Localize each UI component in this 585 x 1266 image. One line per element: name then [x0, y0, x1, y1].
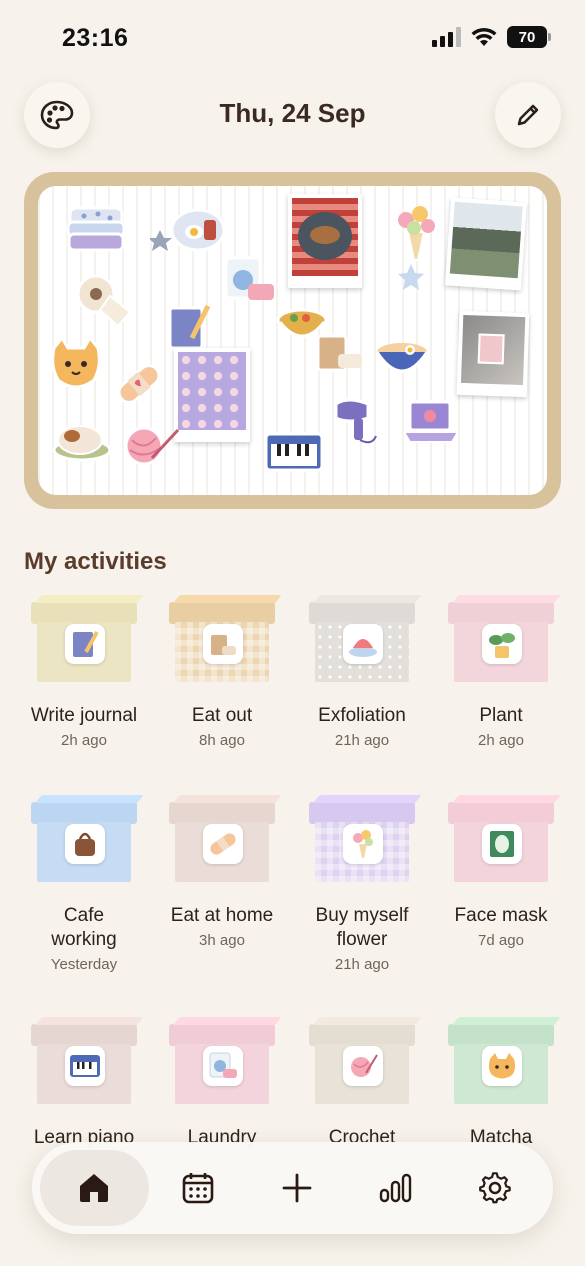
activity-time: 7d ago [478, 932, 524, 949]
activity-box [309, 802, 415, 884]
cat-icon [482, 1046, 522, 1086]
washing-machine-sticker [224, 256, 274, 300]
activity-name: Eat out [191, 705, 253, 726]
activity-time: 8h ago [199, 732, 245, 749]
sleeping-cat-sticker [52, 425, 112, 462]
activity-name: Eat at home [170, 905, 274, 926]
activity-box [31, 602, 137, 684]
bandage-sticker [117, 364, 161, 404]
activity-box [31, 802, 137, 884]
activity-box [169, 1024, 275, 1106]
piano-icon [65, 1046, 105, 1086]
nav-home[interactable] [40, 1150, 149, 1226]
activity-time: Yesterday [50, 956, 118, 973]
activity-name: Exfoliation [318, 705, 406, 726]
laptop-sticker [402, 400, 460, 443]
edit-button[interactable] [495, 82, 561, 148]
sticker-board[interactable] [38, 186, 547, 495]
nav-add[interactable] [248, 1150, 347, 1226]
toilet-paper-sticker [76, 274, 132, 328]
star-sticker [398, 264, 424, 290]
activity-box [169, 602, 275, 684]
plus-icon [283, 1173, 312, 1203]
takeout-bag-icon [203, 624, 243, 664]
folded-clothes-sticker [66, 206, 126, 252]
activity-box [448, 802, 554, 884]
activity-box [309, 1024, 415, 1106]
ramen-bowl-sticker [375, 343, 429, 373]
breakfast-plate-sticker [150, 208, 226, 252]
status-bar: 23:16 70 [0, 0, 585, 78]
activity-plant[interactable]: Plant 2h ago [431, 602, 571, 749]
activity-name: Face mask [454, 905, 548, 926]
section-title: My activities [24, 548, 167, 575]
activity-matcha[interactable]: Matcha [431, 1024, 571, 1150]
activity-box [169, 802, 275, 884]
activity-name: Cafe working [51, 905, 117, 950]
activity-box [448, 1024, 554, 1106]
status-icons: 70 [432, 26, 551, 48]
activity-learn-piano[interactable]: Learn piano [14, 1024, 154, 1150]
garden-photo-polaroid [445, 197, 527, 291]
activity-time: 21h ago [334, 732, 390, 749]
cellular-signal-icon [432, 27, 461, 47]
cat-face-sticker [51, 336, 101, 389]
bag-icon [65, 824, 105, 864]
sponge-icon [343, 624, 383, 664]
hair-dryer-sticker [334, 398, 377, 444]
yarn-icon [343, 1046, 383, 1086]
activity-eat-out[interactable]: Eat out 8h ago [152, 602, 292, 749]
activity-cafe-working[interactable]: Cafe working Yesterday [14, 802, 154, 973]
activity-time: 3h ago [199, 932, 245, 949]
activity-laundry[interactable]: Laundry [152, 1024, 292, 1150]
washing-machine-icon [203, 1046, 243, 1086]
food-photo-polaroid [288, 194, 362, 288]
piano-sticker [264, 432, 324, 472]
activity-box [31, 1024, 137, 1106]
nav-settings[interactable] [446, 1150, 545, 1226]
activity-time: 2h ago [478, 732, 524, 749]
nav-calendar[interactable] [149, 1150, 248, 1226]
bandage-icon [203, 824, 243, 864]
bar-chart-icon [380, 1173, 412, 1203]
nav-stats[interactable] [347, 1150, 446, 1226]
pencil-icon [517, 104, 539, 126]
gear-icon [479, 1172, 512, 1204]
dotted-photo-polaroid [174, 348, 250, 442]
journal-icon [65, 624, 105, 664]
activity-time: 21h ago [334, 956, 390, 973]
activity-face-mask[interactable]: Face mask 7d ago [431, 802, 571, 949]
journal-sticker [168, 304, 210, 350]
takeout-bag-sticker [316, 334, 362, 372]
bottom-nav [32, 1142, 553, 1234]
activity-write-journal[interactable]: Write journal 2h ago [14, 602, 154, 749]
sticker-board-frame[interactable] [24, 172, 561, 509]
blanket-photo-polaroid [456, 310, 530, 398]
plant-icon [482, 624, 522, 664]
flower-bouquet-sticker [398, 206, 435, 261]
status-time: 23:16 [62, 24, 129, 52]
activity-crochet[interactable]: Crochet [292, 1024, 432, 1150]
activity-name: Plant [479, 705, 523, 726]
activity-box [448, 602, 554, 684]
yarn-ball-sticker [124, 426, 180, 466]
face-mask-icon [482, 824, 522, 864]
home-icon [80, 1174, 109, 1202]
activity-eat-at-home[interactable]: Eat at home 3h ago [152, 802, 292, 949]
bouquet-icon [343, 824, 383, 864]
activity-time: 2h ago [61, 732, 107, 749]
activity-name: Write journal [30, 705, 138, 726]
battery-indicator: 70 [507, 26, 551, 48]
wifi-icon [471, 27, 497, 46]
activity-exfoliation[interactable]: Exfoliation 21h ago [292, 602, 432, 749]
calendar-icon [183, 1173, 214, 1204]
activity-buy-myself-flower[interactable]: Buy myself flower 21h ago [292, 802, 432, 973]
activity-box [309, 602, 415, 684]
activity-name: Buy myself flower [315, 905, 409, 950]
